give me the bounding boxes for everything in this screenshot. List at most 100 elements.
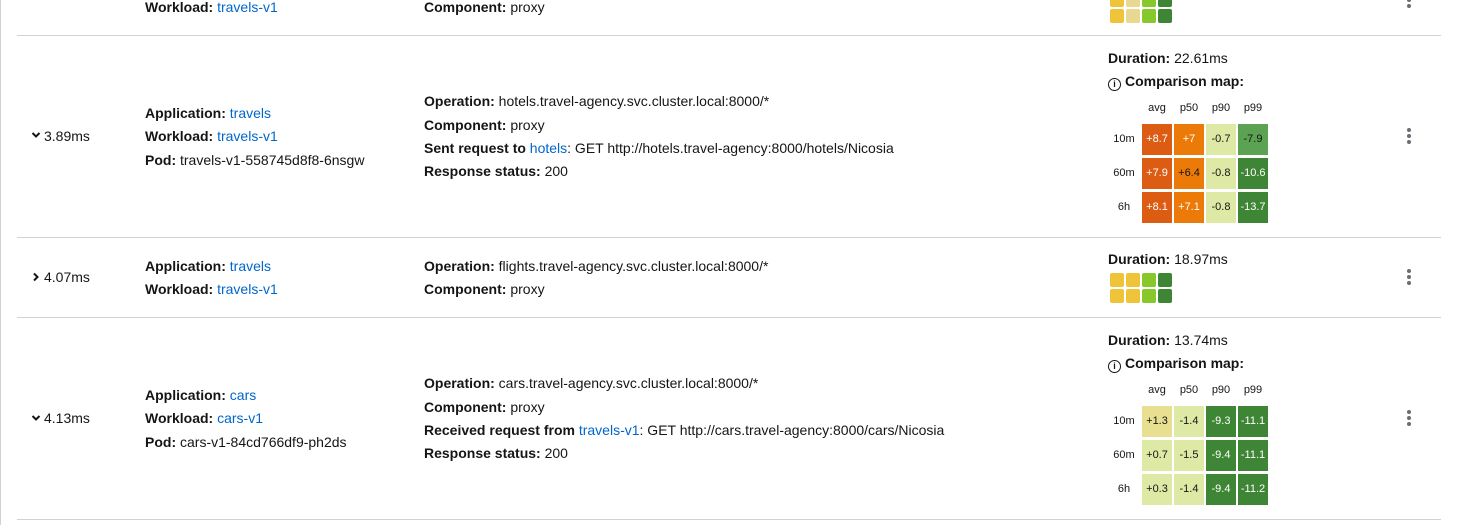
heatmap-cell: -0.8 <box>1206 192 1236 223</box>
duration-value: 22.61ms <box>1174 50 1228 66</box>
component-line: Component: proxy <box>424 398 545 416</box>
pod-value: cars-v1-84cd766df9-ph2ds <box>180 434 347 450</box>
operation-label: Operation: <box>424 93 495 109</box>
response-status-value: 200 <box>544 163 568 179</box>
heatmap-cell: +0.3 <box>1142 474 1172 505</box>
duration-value: 13.74ms <box>1174 332 1228 348</box>
duration-line: Duration: 13.74ms <box>1108 331 1228 349</box>
heatmap-row-label: 6h <box>1117 201 1131 213</box>
heatmap-row-label: 60m <box>1113 167 1135 179</box>
mini-heatmap-cell <box>1142 0 1156 7</box>
application-line: Application: travels <box>145 104 271 122</box>
workload-line: Workload: travels-v1 <box>145 280 278 298</box>
workload-link[interactable]: travels-v1 <box>217 128 278 144</box>
component-label: Component: <box>424 399 507 415</box>
comparison-map-title: i Comparison map: <box>1108 354 1244 373</box>
request-label: Received request from <box>424 422 575 438</box>
duration-label: Duration: <box>1108 50 1171 66</box>
heatmap-cell: +1.3 <box>1142 406 1172 437</box>
request-target-link[interactable]: hotels <box>530 140 567 156</box>
application-line: Application: cars <box>145 386 256 404</box>
kebab-menu-icon[interactable] <box>1406 0 1412 8</box>
application-label: Application: <box>145 105 226 121</box>
component-label: Component: <box>424 117 507 133</box>
mini-heatmap-cell <box>1126 9 1140 23</box>
mini-heatmap-cell <box>1142 9 1156 23</box>
response-status-label: Response status: <box>424 163 541 179</box>
workload-label: Workload: <box>145 0 214 15</box>
duration-label: Duration: <box>1108 251 1171 267</box>
heatmap-cell: -9.3 <box>1206 406 1236 437</box>
mini-heatmap-cell <box>1110 9 1124 23</box>
workload-label: Workload: <box>145 410 214 426</box>
request-target-link[interactable]: travels-v1 <box>579 422 640 438</box>
workload-link[interactable]: travels-v1 <box>217 281 278 297</box>
heatmap-cell: -11.1 <box>1238 406 1268 437</box>
workload-link[interactable]: travels-v1 <box>217 0 278 15</box>
info-icon[interactable]: i <box>1108 78 1121 91</box>
heatmap-cell: +7 <box>1174 124 1204 155</box>
heatmap-cell: +0.7 <box>1142 440 1172 471</box>
heatmap-cell: -9.4 <box>1206 440 1236 471</box>
request-line: Sent request to hotels: GET http://hotel… <box>424 139 894 157</box>
mini-heatmap <box>1110 0 1172 23</box>
component-value: proxy <box>510 399 545 415</box>
pod-label: Pod: <box>145 152 177 168</box>
application-link[interactable]: travels <box>230 105 271 121</box>
heatmap-cell: -11.1 <box>1238 440 1268 471</box>
duration-line: Duration: 18.97ms <box>1108 250 1228 268</box>
workload-line: Workload: travels-v1 <box>145 0 278 16</box>
workload-line: Workload: cars-v1 <box>145 409 263 427</box>
info-icon[interactable]: i <box>1108 360 1121 373</box>
heatmap-cell: +8.1 <box>1142 192 1172 223</box>
component-line: Component: proxy <box>424 0 545 16</box>
heatmap-cell: +7.9 <box>1142 158 1172 189</box>
application-line: Application: travels <box>145 257 271 275</box>
duration-label: Duration: <box>1108 332 1171 348</box>
heatmap-cell: -0.7 <box>1206 124 1236 155</box>
kebab-menu-icon[interactable] <box>1406 128 1412 144</box>
component-value: proxy <box>510 117 545 133</box>
heatmap-col-label: p90 <box>1211 384 1231 396</box>
component-line: Component: proxy <box>424 280 545 298</box>
heatmap-cell: -11.2 <box>1238 474 1268 505</box>
mini-heatmap-cell <box>1126 273 1140 287</box>
operation-label: Operation: <box>424 375 495 391</box>
comparison-map-title: i Comparison map: <box>1108 72 1244 91</box>
span-row-partial: Workload: travels-v1 Component: proxy <box>17 0 1441 36</box>
operation-value: flights.travel-agency.svc.cluster.local:… <box>498 258 769 274</box>
mini-heatmap-cell <box>1126 0 1140 7</box>
operation-line: Operation: hotels.travel-agency.svc.clus… <box>424 92 769 110</box>
span-row: 4.13ms Application: cars Workload: cars-… <box>17 318 1441 520</box>
application-link[interactable]: travels <box>230 258 271 274</box>
component-label: Component: <box>424 0 507 15</box>
mini-heatmap-cell <box>1110 0 1124 7</box>
mini-heatmap-cell <box>1110 289 1124 303</box>
pod-value: travels-v1-558745d8f8-6nsgw <box>180 152 365 168</box>
heatmap-cell: -1.5 <box>1174 440 1204 471</box>
heatmap-cell: -7.9 <box>1238 124 1268 155</box>
mini-heatmap <box>1110 273 1172 303</box>
mini-heatmap-cell <box>1158 273 1172 287</box>
chevron-right-icon[interactable] <box>30 271 42 283</box>
component-label: Component: <box>424 281 507 297</box>
heatmap-row-label: 10m <box>1113 133 1135 145</box>
workload-link[interactable]: cars-v1 <box>217 410 263 426</box>
mini-heatmap-cell <box>1142 273 1156 287</box>
heatmap-row-label: 6h <box>1117 483 1131 495</box>
comparison-map-label: Comparison map: <box>1125 73 1245 89</box>
chevron-down-icon[interactable] <box>30 412 42 424</box>
chevron-down-icon[interactable] <box>30 129 42 141</box>
response-status-line: Response status: 200 <box>424 162 568 180</box>
kebab-menu-icon[interactable] <box>1406 410 1412 426</box>
mini-heatmap-cell <box>1158 289 1172 303</box>
comparison-heatmap: avg p50 p90 p99 10m +8.7 +7 -0.7 -7.9 60m +7.9 +6.4… <box>1107 100 1277 230</box>
duration-line: Duration: 22.61ms <box>1108 49 1228 67</box>
mini-heatmap-cell <box>1158 9 1172 23</box>
heatmap-cell: +8.7 <box>1142 124 1172 155</box>
application-link[interactable]: cars <box>230 387 256 403</box>
kebab-menu-icon[interactable] <box>1406 269 1412 285</box>
heatmap-col-label: avg <box>1148 384 1166 396</box>
response-status-line: Response status: 200 <box>424 444 568 462</box>
heatmap-col-label: p90 <box>1211 102 1231 114</box>
